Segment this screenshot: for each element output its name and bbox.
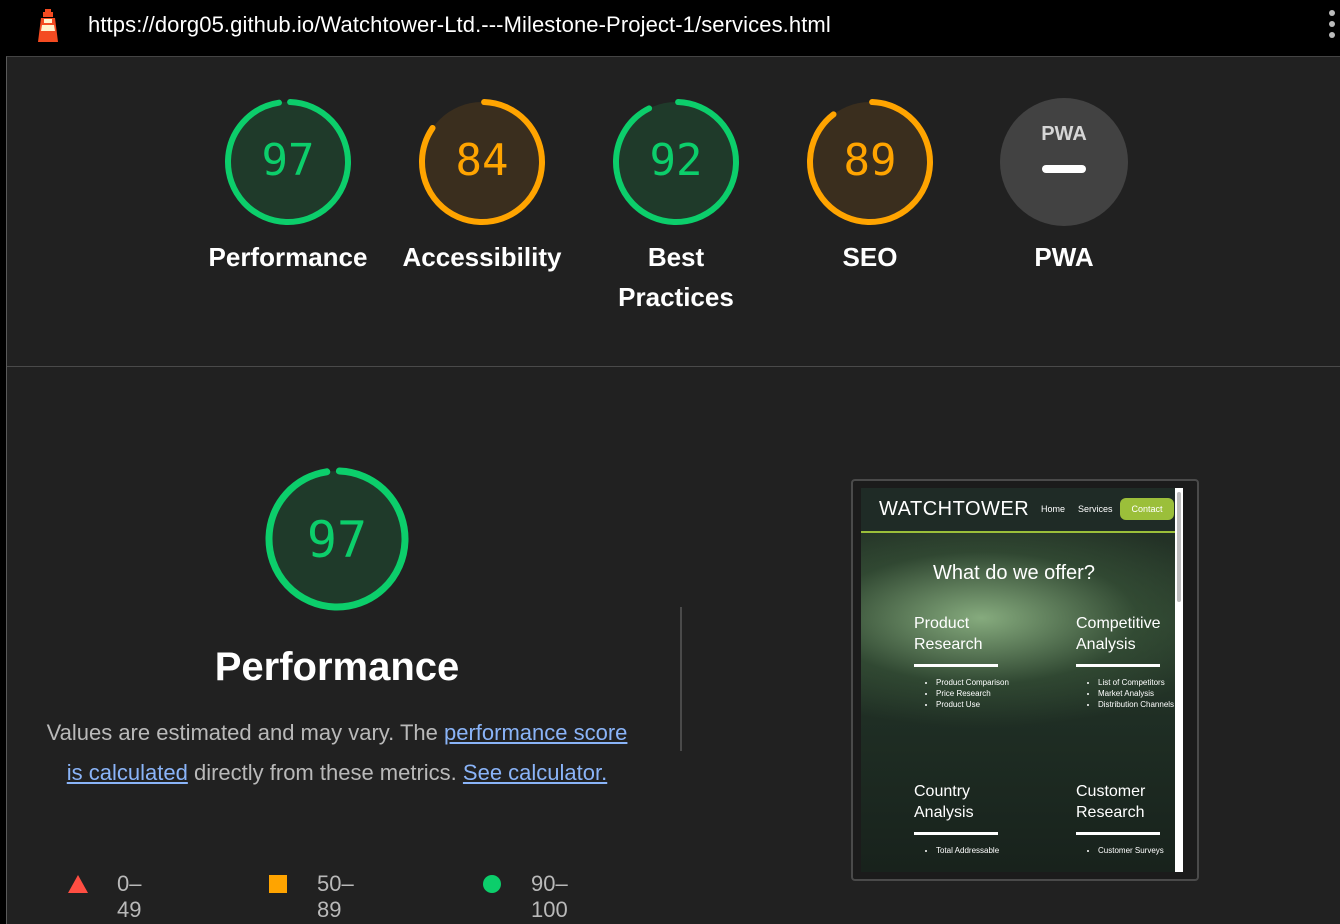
service-list: Product Comparison Price Research Produc… <box>914 677 1014 710</box>
performance-main-gauge: 97 <box>265 467 409 611</box>
legend-fail-range: 0–49 <box>117 871 142 922</box>
service-item: Market Analysis <box>1098 688 1176 699</box>
gauge-label: Best Practices <box>571 237 781 317</box>
site-heading: What do we offer? <box>933 562 1095 584</box>
gauge-score: 92 <box>649 135 703 186</box>
vertical-divider <box>680 607 682 751</box>
screenshot-scroll-thumb <box>1177 492 1181 602</box>
gauge-label-line: Practices <box>618 282 734 312</box>
gauge-score: 89 <box>843 135 897 186</box>
score-legend: 0–49 50–89 90–100 <box>67 869 667 922</box>
accessibility-gauge[interactable]: 84 Accessibility <box>377 97 587 277</box>
service-title-line2: Analysis <box>1076 636 1136 653</box>
gauge-ring: PWA <box>1000 98 1128 226</box>
gauge-score: 84 <box>455 135 509 186</box>
service-card: Country Analysis Total Addressable <box>914 781 1014 856</box>
service-title-line1: Product <box>914 615 970 632</box>
performance-main-score: 97 <box>306 511 368 569</box>
url-bar: https://dorg05.github.io/Watchtower-Ltd.… <box>0 0 1340 56</box>
service-title-line1: Country <box>914 783 971 800</box>
gauge-label: PWA <box>959 237 1169 277</box>
gauge-label: Accessibility <box>377 237 587 277</box>
service-title-line2: Research <box>914 636 983 653</box>
triangle-fail-icon <box>68 875 88 893</box>
more-vertical-icon[interactable] <box>1326 10 1338 42</box>
gauge-label-line: Accessibility <box>402 242 562 272</box>
service-item: Total Addressable <box>936 845 1014 856</box>
service-card: Product Research Product Comparison Pric… <box>914 613 1014 710</box>
circle-pass-icon <box>483 875 501 893</box>
site-logo: WATCHTOWER <box>879 498 1030 520</box>
legend-average-range: 50–89 <box>317 871 354 922</box>
see-calculator-link[interactable]: See calculator. <box>463 760 607 785</box>
service-item: List of Competitors <box>1098 677 1176 688</box>
service-title-line2: Analysis <box>914 804 974 821</box>
service-rule <box>914 832 998 835</box>
dash-icon <box>1042 165 1086 173</box>
score-description: Values are estimated and may vary. The p… <box>43 713 631 793</box>
section-divider <box>7 366 1340 367</box>
service-title-line1: Competitive <box>1076 615 1161 632</box>
service-item: Product Comparison <box>936 677 1014 688</box>
gauge-label-line: Best <box>647 242 705 272</box>
gauge-label-line: PWA <box>1034 242 1094 272</box>
legend-pass-range: 90–100 <box>531 871 568 922</box>
site-nav-services: Services <box>1078 504 1113 514</box>
service-list: Total Addressable <box>914 845 1014 856</box>
service-title-line2: Research <box>1076 804 1145 821</box>
gauge-score: 97 <box>261 135 315 186</box>
performance-gauge[interactable]: 97 Performance <box>183 97 393 277</box>
service-item: Distribution Channels <box>1098 699 1176 710</box>
pwa-badge-icon: PWA <box>1041 123 1087 145</box>
gauge-label: Performance <box>183 237 393 277</box>
lighthouse-icon <box>38 9 58 42</box>
gauge-label: SEO <box>765 237 975 277</box>
site-nav-home: Home <box>1041 504 1066 514</box>
service-rule <box>914 664 998 667</box>
pwa-gauge[interactable]: PWA PWA <box>959 97 1169 277</box>
square-average-icon <box>269 875 287 893</box>
description-text-2: directly from these metrics. <box>187 760 463 785</box>
description-text-1: Values are estimated and may vary. The <box>46 720 444 745</box>
best-gauge[interactable]: 92 Best Practices <box>571 97 781 317</box>
service-title-line1: Customer <box>1076 783 1146 800</box>
service-card: Competitive Analysis List of Competitors… <box>1076 613 1176 710</box>
service-list: List of Competitors Market Analysis Dist… <box>1076 677 1176 710</box>
service-item: Customer Surveys <box>1098 845 1176 856</box>
site-nav-contact: Contact <box>1120 498 1174 520</box>
site-header: WATCHTOWER Home Services Contact <box>861 488 1183 533</box>
service-list: Customer Surveys <box>1076 845 1176 856</box>
service-rule <box>1076 664 1160 667</box>
gauge-label-line: Performance <box>208 242 368 272</box>
seo-gauge[interactable]: 89 SEO <box>765 97 975 277</box>
category-title: Performance <box>214 645 460 689</box>
lighthouse-report: 97 Performance 84 Accessibility 92 Best Practi… <box>6 56 1340 924</box>
screenshot-viewport: WATCHTOWER Home Services Contact What do… <box>861 488 1183 872</box>
service-item: Product Use <box>936 699 1014 710</box>
service-item: Price Research <box>936 688 1014 699</box>
gauge-label-line: SEO <box>842 242 898 272</box>
page-url[interactable]: https://dorg05.github.io/Watchtower-Ltd.… <box>88 12 831 38</box>
final-screenshot[interactable]: WATCHTOWER Home Services Contact What do… <box>851 479 1199 881</box>
service-card: Customer Research Customer Surveys <box>1076 781 1176 856</box>
gauge-background <box>1000 98 1128 226</box>
service-rule <box>1076 832 1160 835</box>
